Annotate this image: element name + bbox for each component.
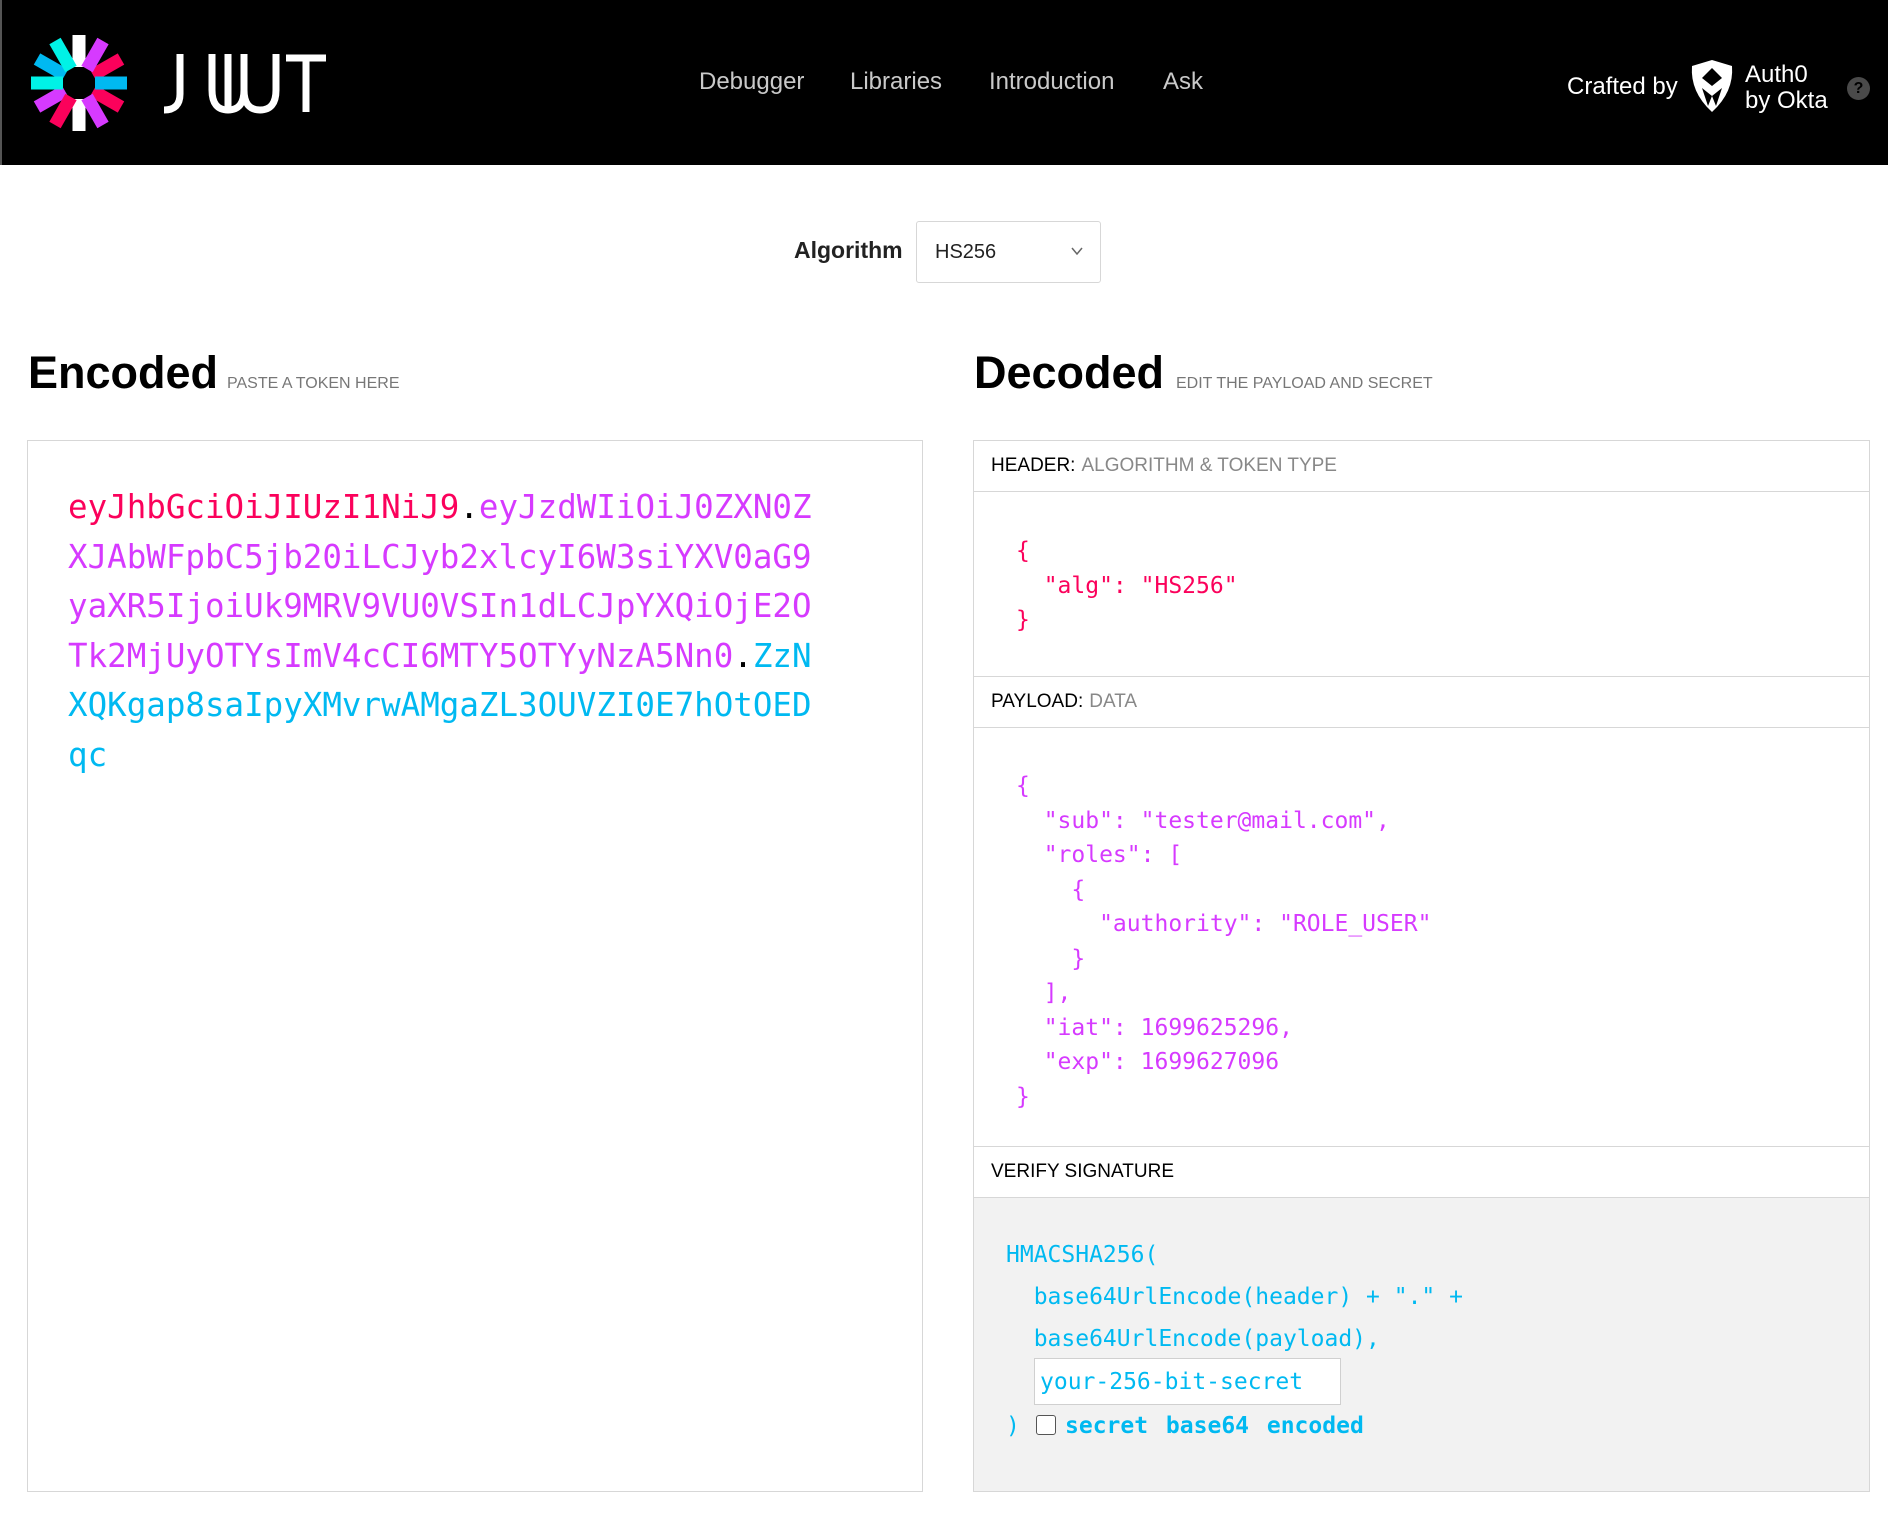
top-navigation-bar: Debugger Libraries Introduction Ask Craf… xyxy=(0,0,1888,165)
encoded-subtitle: PASTE A TOKEN HERE xyxy=(227,375,400,392)
nav-link-introduction[interactable]: Introduction xyxy=(989,64,1114,100)
nav-link-libraries[interactable]: Libraries xyxy=(850,64,942,100)
payload-section-key: PAYLOAD: xyxy=(991,691,1084,712)
encoded-token-editor[interactable]: eyJhbGciOiJIUzI1NiJ9.eyJzdWIiOiJ0ZXN0ZXJ… xyxy=(27,440,923,1492)
encoded-token[interactable]: eyJhbGciOiJIUzI1NiJ9.eyJzdWIiOiJ0ZXN0ZXJ… xyxy=(68,483,828,780)
help-icon[interactable]: ? xyxy=(1847,77,1870,100)
auth0-brand-line2: by Okta xyxy=(1745,87,1828,114)
jwt-logo-icon[interactable] xyxy=(29,33,129,133)
encoded-title: Encoded xyxy=(28,347,219,398)
payload-json[interactable]: { "sub": "tester@mail.com", "roles": [ {… xyxy=(1016,769,1431,1114)
payload-section-heading: PAYLOAD: DATA xyxy=(974,677,1869,728)
auth0-brand-line1: Auth0 xyxy=(1745,61,1808,88)
auth0-shield-icon[interactable] xyxy=(1688,58,1736,114)
token-header-part: eyJhbGciOiJIUzI1NiJ9 xyxy=(68,488,460,526)
verify-signature-code: HMACSHA256( base64UrlEncode(header) + ".… xyxy=(1006,1242,1463,1352)
auth0-brand[interactable]: Auth0 by Okta xyxy=(1745,62,1828,114)
header-json[interactable]: { "alg": "HS256" } xyxy=(1016,534,1238,638)
header-section-desc: ALGORITHM & TOKEN TYPE xyxy=(1081,455,1337,476)
jwt-wordmark xyxy=(163,54,326,114)
nav-link-debugger[interactable]: Debugger xyxy=(699,64,804,100)
algorithm-selected-value: HS256 xyxy=(935,241,997,263)
decoded-title: Decoded xyxy=(974,347,1165,398)
algorithm-label: Algorithm xyxy=(794,237,903,263)
algorithm-select[interactable]: HS256 xyxy=(916,221,1101,283)
chevron-down-icon xyxy=(1071,247,1083,256)
header-section-heading: HEADER: ALGORITHM & TOKEN TYPE xyxy=(974,441,1869,492)
token-dot: . xyxy=(733,636,753,675)
crafted-by-label: Crafted by xyxy=(1567,73,1678,100)
secret-base64-checkbox[interactable] xyxy=(1036,1415,1056,1435)
verify-signature-body: HMACSHA256( base64UrlEncode(header) + ".… xyxy=(974,1198,1869,1491)
token-dot: . xyxy=(459,488,479,526)
header-section-key: HEADER: xyxy=(991,455,1076,476)
verify-signature-heading: VERIFY SIGNATURE xyxy=(974,1147,1869,1198)
nav-link-ask[interactable]: Ask xyxy=(1163,64,1203,100)
header-json-editor[interactable]: { "alg": "HS256" } xyxy=(974,492,1869,677)
close-paren: ) xyxy=(1006,1413,1020,1439)
secret-input[interactable] xyxy=(1034,1358,1341,1405)
secret-base64-label[interactable]: secret base64 encoded xyxy=(1065,1409,1364,1443)
payload-section-desc: DATA xyxy=(1089,691,1138,712)
decoded-panel: HEADER: ALGORITHM & TOKEN TYPE { "alg": "… xyxy=(973,440,1870,1492)
verify-signature-title: VERIFY SIGNATURE xyxy=(991,1161,1174,1182)
decoded-subtitle: EDIT THE PAYLOAD AND SECRET xyxy=(1176,375,1433,392)
payload-json-editor[interactable]: { "sub": "tester@mail.com", "roles": [ {… xyxy=(974,728,1869,1147)
